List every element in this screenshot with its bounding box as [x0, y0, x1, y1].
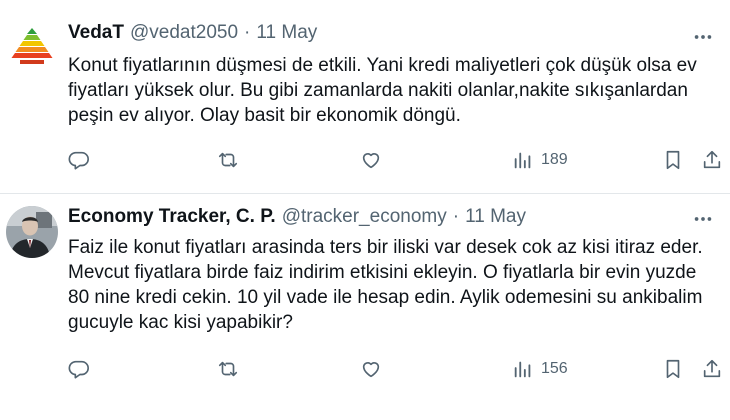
- retweet-button[interactable]: [217, 354, 239, 384]
- tweet-date[interactable]: 11 May: [465, 206, 526, 227]
- tweet-header: VedaT @vedat2050 · 11 May: [68, 22, 317, 44]
- tweet-text-line: Faiz ile konut fiyatları arasinda ters b…: [68, 237, 703, 258]
- share-icon: [703, 359, 721, 378]
- tweet[interactable]: VedaT @vedat2050 · 11 May Konut fiyatlarını…: [0, 0, 730, 194]
- more-options-icon[interactable]: [692, 208, 714, 230]
- reply-icon: [68, 360, 89, 379]
- tweet-text-line: gucuyle kac kisi yapabikir?: [68, 312, 293, 333]
- bookmark-icon: [666, 359, 680, 379]
- tweet-text-line: 80 nine kredi cekin. 10 yil vade ile hes…: [68, 287, 703, 308]
- avatar[interactable]: [6, 20, 58, 72]
- separator-dot: ·: [244, 22, 251, 43]
- views-count: 189: [541, 151, 568, 168]
- author-handle[interactable]: @tracker_economy: [282, 206, 447, 227]
- views-count: 156: [541, 360, 568, 377]
- bookmark-button[interactable]: [662, 145, 684, 175]
- heart-icon: [362, 153, 380, 169]
- retweet-icon: [218, 152, 238, 168]
- bookmark-button[interactable]: [662, 354, 684, 384]
- tweet[interactable]: Economy Tracker, C. P. @tracker_economy · 1…: [0, 194, 730, 420]
- share-button[interactable]: [701, 354, 723, 384]
- more-options-icon[interactable]: [692, 26, 714, 48]
- views-button[interactable]: 189: [512, 145, 568, 175]
- pyramid-logo-icon: [11, 28, 53, 64]
- action-bar: 189: [60, 145, 730, 175]
- share-icon: [703, 150, 721, 169]
- tweet-text: Faiz ile konut fiyatları arasinda ters b…: [68, 235, 718, 335]
- bar-chart-icon: [514, 361, 531, 378]
- retweet-button[interactable]: [217, 145, 239, 175]
- avatar[interactable]: [6, 206, 58, 258]
- reply-button[interactable]: [68, 354, 90, 384]
- tweet-text-line: peşin ev alıyor. Olay basit bir ekonomik…: [68, 105, 461, 126]
- tweet-text-line: Konut fiyatlarının düşmesi de etkili. Ya…: [68, 55, 697, 76]
- tweet-text-line: Mevcut fiyatlara birde faiz indirim etki…: [68, 262, 697, 283]
- bar-chart-icon: [514, 152, 531, 169]
- views-button[interactable]: 156: [512, 354, 568, 384]
- author-name[interactable]: Economy Tracker, C. P.: [68, 206, 276, 227]
- action-bar: 156: [60, 354, 730, 384]
- separator-dot: ·: [452, 206, 460, 227]
- like-button[interactable]: [360, 354, 382, 384]
- tweet-date[interactable]: 11 May: [256, 22, 317, 43]
- tweet-header: Economy Tracker, C. P. @tracker_economy · 1…: [68, 206, 526, 228]
- retweet-icon: [218, 361, 238, 377]
- author-handle[interactable]: @vedat2050: [130, 22, 238, 43]
- reply-button[interactable]: [68, 145, 90, 175]
- person-photo-icon: [6, 206, 58, 258]
- reply-icon: [68, 151, 89, 170]
- share-button[interactable]: [701, 145, 723, 175]
- heart-icon: [362, 362, 380, 378]
- tweet-text: Konut fiyatlarının düşmesi de etkili. Ya…: [68, 53, 718, 128]
- author-name[interactable]: VedaT: [68, 22, 124, 43]
- tweet-text-line: fiyatları yüksek olur. Bu gibi zamanlard…: [68, 80, 688, 101]
- like-button[interactable]: [360, 145, 382, 175]
- bookmark-icon: [666, 150, 680, 170]
